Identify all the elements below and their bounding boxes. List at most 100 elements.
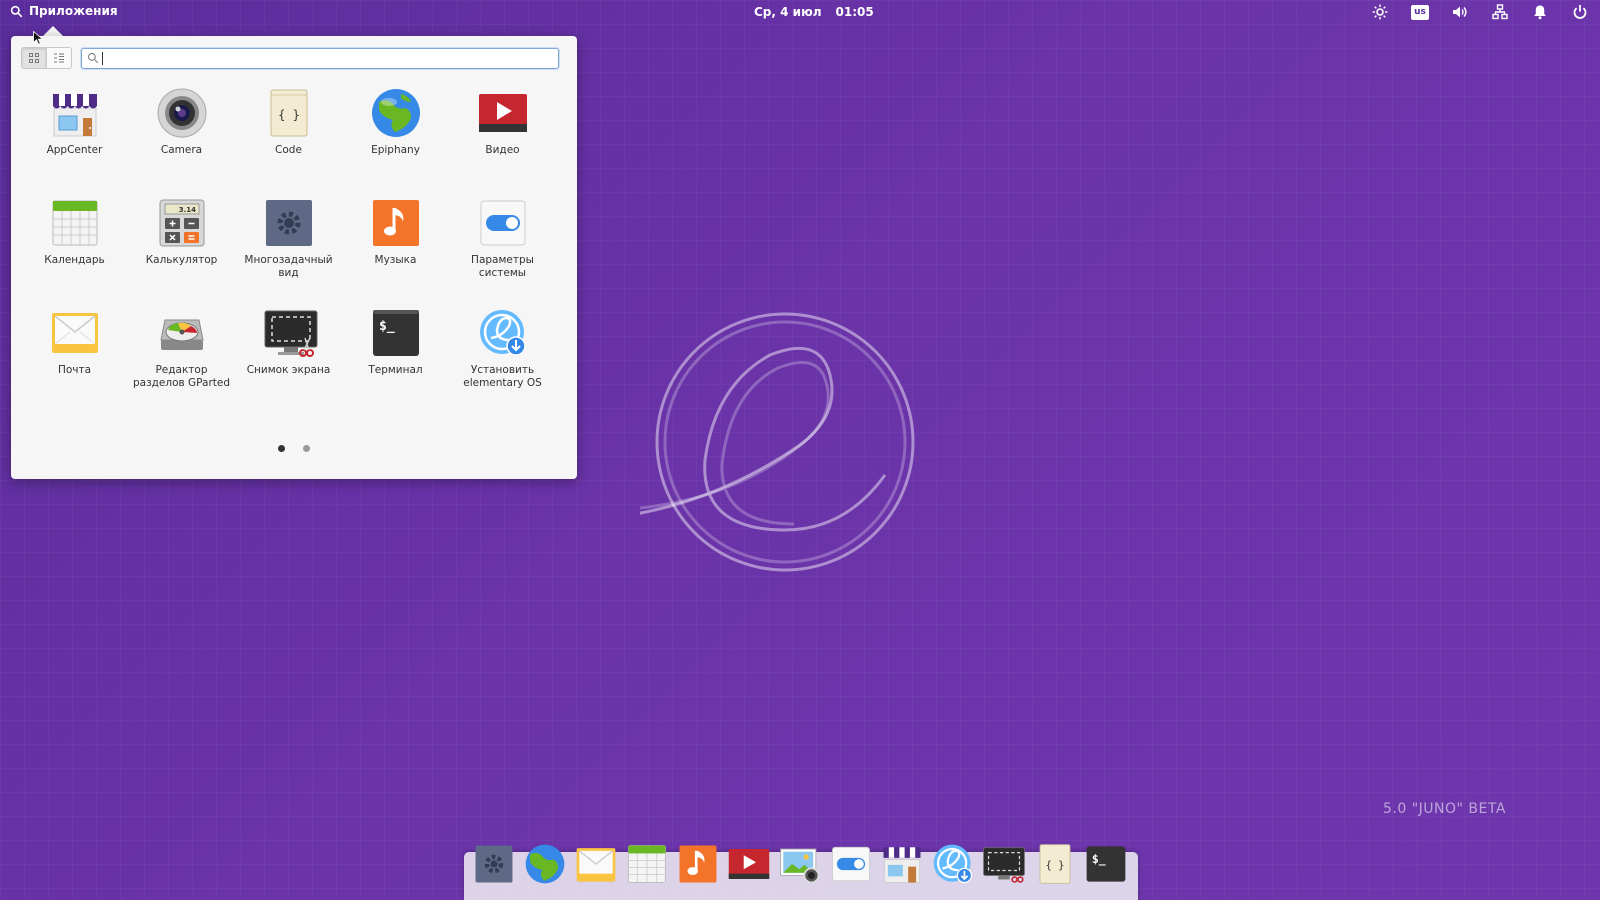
app-label: Калькулятор xyxy=(145,254,218,266)
appcenter-icon xyxy=(50,88,100,138)
mail-icon xyxy=(50,308,100,358)
indicators-area: us xyxy=(1360,0,1600,24)
dock-item-terminal[interactable]: $_ xyxy=(1084,842,1128,886)
network-wired-icon xyxy=(1492,4,1508,20)
dock-item-multitasking[interactable] xyxy=(472,842,516,886)
app-screenshot[interactable]: Снимок экрана xyxy=(235,306,342,416)
dock-item-system-settings[interactable] xyxy=(829,842,873,886)
night-light-indicator[interactable] xyxy=(1360,0,1400,24)
grid-view-button[interactable] xyxy=(22,48,46,68)
category-view-icon xyxy=(54,53,64,63)
app-label: Видео xyxy=(485,144,520,156)
app-installer[interactable]: Установить elementary OS xyxy=(449,306,556,416)
app-multitasking-view[interactable]: Многозадачный вид xyxy=(235,196,342,306)
app-video[interactable]: Видео xyxy=(449,86,556,196)
terminal-icon: $_ xyxy=(371,308,421,358)
app-label: Снимок экрана xyxy=(246,364,331,376)
app-code[interactable]: { } Code xyxy=(235,86,342,196)
app-terminal[interactable]: $_ Терминал xyxy=(342,306,449,416)
dock-item-video[interactable] xyxy=(727,842,771,886)
app-calculator[interactable]: 3.14 Калькулятор xyxy=(128,196,235,306)
brightness-icon xyxy=(1372,4,1388,20)
installer-icon xyxy=(478,308,528,358)
app-camera[interactable]: Camera xyxy=(128,86,235,196)
gparted-icon xyxy=(157,308,207,358)
bell-icon xyxy=(1534,5,1546,20)
launcher-search-box xyxy=(81,48,559,69)
dock-item-music[interactable] xyxy=(676,842,720,886)
terminal-glyph: $_ xyxy=(1092,852,1106,867)
app-label: AppCenter xyxy=(46,144,103,156)
app-epiphany[interactable]: Epiphany xyxy=(342,86,449,196)
app-appcenter[interactable]: AppCenter xyxy=(21,86,128,196)
search-icon xyxy=(10,5,23,17)
app-mail[interactable]: Почта xyxy=(21,306,128,416)
app-label: Редактор разделов GParted xyxy=(132,364,231,389)
time-label: 01:05 xyxy=(835,5,874,19)
keyboard-indicator[interactable]: us xyxy=(1400,0,1440,24)
dock-item-code[interactable]: { } xyxy=(1033,842,1077,886)
version-watermark: 5.0 "JUNO" BETA xyxy=(1383,801,1506,817)
mouse-pointer-icon xyxy=(33,31,43,45)
notifications-indicator[interactable] xyxy=(1520,0,1560,24)
applications-launcher: AppCenter Camera { } Code Epiphany Видео… xyxy=(11,36,577,479)
installer-icon xyxy=(933,844,973,884)
calculator-icon: 3.14 xyxy=(157,198,207,248)
app-label: Установить elementary OS xyxy=(463,364,542,389)
top-panel: Приложения Ср, 4 июл 01:05 us xyxy=(0,0,1600,24)
terminal-icon: $_ xyxy=(1086,846,1126,882)
system-settings-icon xyxy=(832,846,870,882)
keyboard-layout-badge: us xyxy=(1411,4,1429,20)
calculator-display: 3.14 xyxy=(178,206,195,214)
datetime-indicator[interactable]: Ср, 4 июл 01:05 xyxy=(754,5,874,19)
appcenter-icon xyxy=(883,847,921,883)
code-icon: { } xyxy=(1039,844,1071,884)
app-music[interactable]: Музыка xyxy=(342,196,449,306)
applications-menu-button[interactable]: Приложения xyxy=(10,4,118,18)
dock-item-appcenter[interactable] xyxy=(880,842,924,886)
network-indicator[interactable] xyxy=(1480,0,1520,24)
elementary-logo-watermark xyxy=(640,312,915,572)
search-icon xyxy=(87,52,99,64)
screenshot-icon xyxy=(983,847,1025,883)
category-view-button[interactable] xyxy=(46,48,71,68)
camera-icon xyxy=(157,88,207,138)
dock-item-installer[interactable] xyxy=(931,842,975,886)
multitasking-icon xyxy=(475,845,513,883)
music-icon xyxy=(679,845,717,883)
app-label: Многозадачный вид xyxy=(244,254,333,279)
dock: { } $_ xyxy=(464,844,1138,900)
app-label: Музыка xyxy=(374,254,417,266)
page-switcher xyxy=(11,445,577,452)
epiphany-icon xyxy=(525,844,565,884)
app-label: Терминал xyxy=(368,364,423,376)
app-system-settings[interactable]: Параметры системы xyxy=(449,196,556,306)
app-label: Code xyxy=(275,144,302,156)
dock-item-photos[interactable] xyxy=(778,842,822,886)
video-icon xyxy=(478,88,528,138)
system-settings-icon xyxy=(478,198,528,248)
app-calendar[interactable]: Календарь xyxy=(21,196,128,306)
dock-item-screenshot[interactable] xyxy=(982,842,1026,886)
app-gparted[interactable]: Редактор разделов GParted xyxy=(128,306,235,416)
dock-item-epiphany[interactable] xyxy=(523,842,567,886)
app-label: Camera xyxy=(160,144,203,156)
calendar-icon xyxy=(50,198,100,248)
dock-item-calendar[interactable] xyxy=(625,842,669,886)
applications-menu-label: Приложения xyxy=(29,4,118,18)
page-dot-1[interactable] xyxy=(278,445,285,452)
page-dot-2[interactable] xyxy=(303,445,310,452)
code-glyph: { } xyxy=(1045,859,1064,871)
calendar-icon xyxy=(628,845,666,883)
session-indicator[interactable] xyxy=(1560,0,1600,24)
launcher-search-input[interactable] xyxy=(102,50,546,68)
date-label: Ср, 4 июл xyxy=(754,5,822,19)
mail-icon xyxy=(576,848,616,882)
sound-indicator[interactable] xyxy=(1440,0,1480,24)
app-label: Параметры системы xyxy=(471,254,534,279)
volume-icon xyxy=(1453,6,1467,18)
app-label: Почта xyxy=(57,364,92,376)
view-mode-switcher xyxy=(21,47,72,69)
music-icon xyxy=(371,198,421,248)
dock-item-mail[interactable] xyxy=(574,842,618,886)
